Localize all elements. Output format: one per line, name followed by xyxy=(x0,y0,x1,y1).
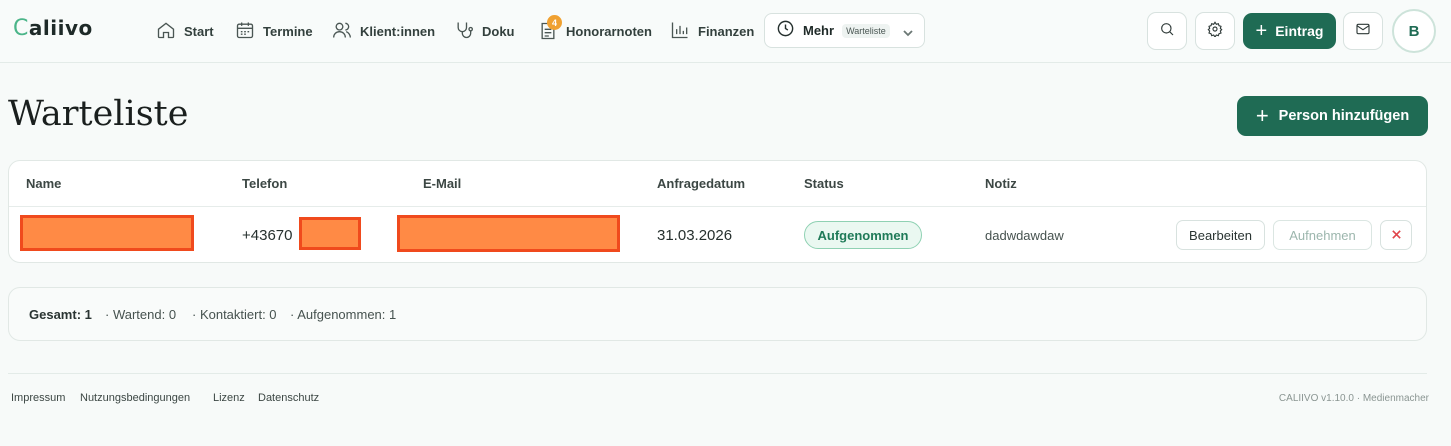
add-entry-button[interactable]: + Eintrag xyxy=(1243,13,1336,49)
footer-link-terms[interactable]: Nutzungsbedingungen xyxy=(80,392,190,404)
plus-icon: + xyxy=(1255,20,1268,42)
close-icon xyxy=(1391,228,1402,243)
phone-cell: +43670 xyxy=(242,227,293,244)
user-avatar[interactable]: B xyxy=(1392,9,1436,53)
nav-item-honorarnoten[interactable]: 4 Honorarnoten xyxy=(538,15,652,43)
summary-contacted: · Kontaktiert: 0 xyxy=(192,307,277,322)
redacted-phone xyxy=(299,217,361,250)
page-title: Warteliste xyxy=(8,94,189,134)
nav-item-start[interactable]: Start xyxy=(156,19,214,43)
nav-label: Start xyxy=(184,23,214,39)
stethoscope-icon xyxy=(454,20,474,43)
nav-label: Doku xyxy=(482,23,515,39)
clock-icon xyxy=(776,19,795,43)
add-entry-label: Eintrag xyxy=(1275,23,1324,39)
chevron-down-icon xyxy=(902,26,914,38)
summary-bar: Gesamt: 1 · Wartend: 0 · Kontaktiert: 0 … xyxy=(8,287,1427,341)
column-header-note[interactable]: Notiz xyxy=(985,176,1017,191)
footer-link-impressum[interactable]: Impressum xyxy=(11,392,65,404)
nav-label: Klient:innen xyxy=(360,23,436,39)
mail-icon xyxy=(1355,21,1371,42)
nav-item-finanzen[interactable]: Finanzen xyxy=(670,19,754,43)
summary-waiting: · Wartend: 0 xyxy=(105,307,177,322)
mehr-label: Mehr xyxy=(803,23,835,38)
status-badge: Aufgenommen xyxy=(804,221,922,249)
users-icon xyxy=(332,20,352,43)
column-header-request-date[interactable]: Anfragedatum xyxy=(657,176,745,191)
nav-item-termine[interactable]: Termine xyxy=(235,19,313,43)
home-icon xyxy=(156,20,176,43)
delete-button[interactable] xyxy=(1380,220,1412,250)
chart-icon xyxy=(670,20,690,43)
plus-icon: + xyxy=(1255,103,1269,128)
add-person-button[interactable]: + Person hinzufügen xyxy=(1237,96,1428,136)
notification-badge: 4 xyxy=(547,15,562,30)
nav-label: Finanzen xyxy=(698,23,755,39)
column-header-status[interactable]: Status xyxy=(804,176,844,191)
summary-total: Gesamt: 1 xyxy=(29,307,92,322)
nav-item-klientinnen[interactable]: Klient:innen xyxy=(332,19,435,43)
footer-divider xyxy=(8,373,1427,374)
column-header-name[interactable]: Name xyxy=(26,176,61,191)
search-icon xyxy=(1159,21,1175,42)
redacted-name xyxy=(20,215,194,251)
accept-button[interactable]: Aufnehmen xyxy=(1273,220,1372,250)
calendar-icon xyxy=(235,20,255,43)
table-row[interactable]: +43670 31.03.2026 Aufgenommen dadwdawdaw… xyxy=(9,207,1426,262)
table-header: Name Telefon E-Mail Anfragedatum Status … xyxy=(9,161,1426,207)
invoice-icon: 4 xyxy=(538,15,562,41)
settings-button[interactable] xyxy=(1195,12,1235,50)
top-navigation: Caliivo Start Termine Klient:innen Doku … xyxy=(0,0,1451,63)
messages-button[interactable] xyxy=(1343,12,1383,50)
summary-accepted: · Aufgenommen: 1 xyxy=(290,307,397,322)
search-button[interactable] xyxy=(1147,12,1187,50)
column-header-phone[interactable]: Telefon xyxy=(242,176,287,191)
footer-link-privacy[interactable]: Datenschutz xyxy=(258,392,319,404)
version-info: CALIIVO v1.10.0 · Medienmacher xyxy=(1278,393,1429,404)
waitlist-table: Name Telefon E-Mail Anfragedatum Status … xyxy=(8,160,1427,263)
mehr-dropdown[interactable]: Mehr Warteliste xyxy=(764,13,925,48)
footer-link-license[interactable]: Lizenz xyxy=(213,392,245,404)
nav-label: Honorarnoten xyxy=(566,23,652,39)
gear-icon xyxy=(1207,20,1223,42)
nav-item-doku[interactable]: Doku xyxy=(454,19,515,43)
current-section-badge: Warteliste xyxy=(842,23,890,38)
redacted-email xyxy=(397,215,620,252)
note-cell: dadwdawdaw xyxy=(985,228,1064,243)
app-logo[interactable]: Caliivo xyxy=(13,16,93,41)
edit-button[interactable]: Bearbeiten xyxy=(1176,220,1265,250)
request-date-cell: 31.03.2026 xyxy=(657,227,733,244)
add-person-label: Person hinzufügen xyxy=(1278,108,1410,124)
column-header-email[interactable]: E-Mail xyxy=(423,176,461,191)
nav-label: Termine xyxy=(263,23,313,39)
